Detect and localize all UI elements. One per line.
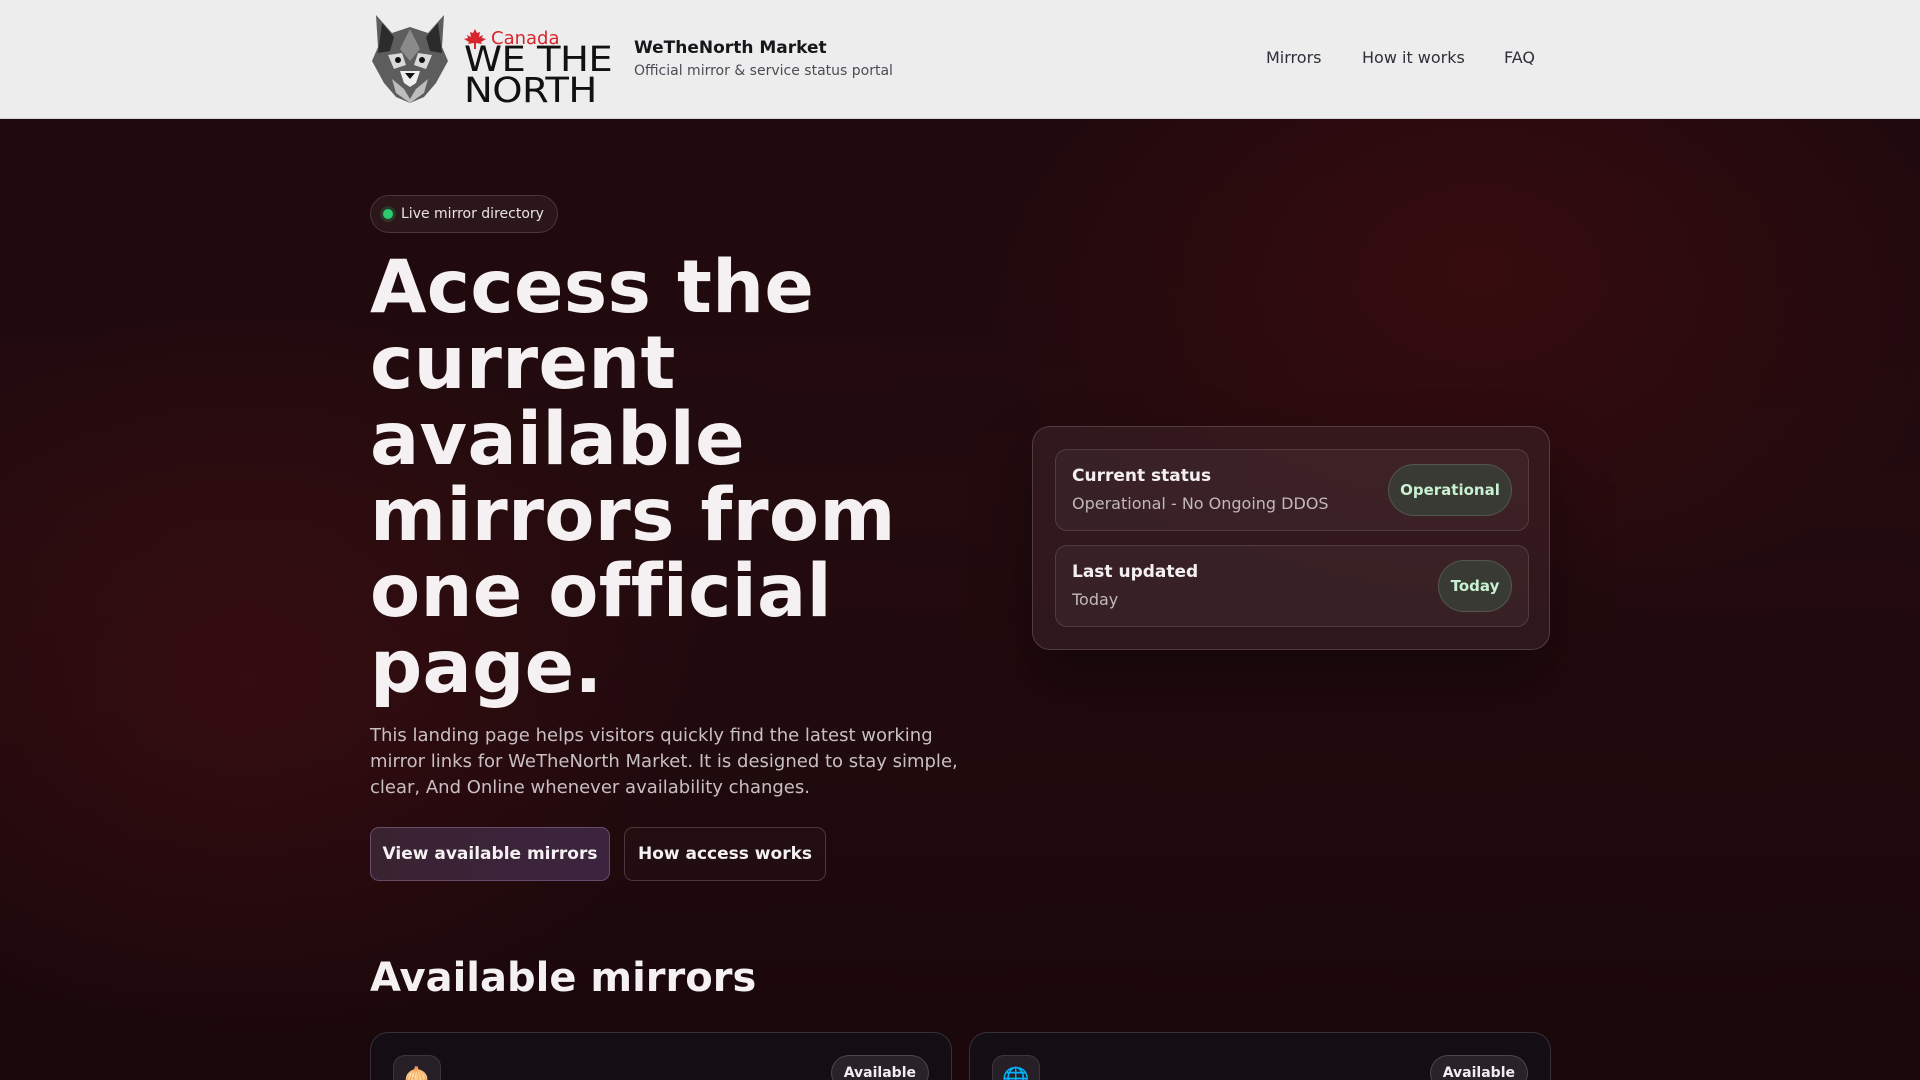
current-status-text: Operational - No Ongoing DDOS <box>1072 494 1329 513</box>
site-header: Canada WE THE NORTH WeTheNorth Market Of… <box>0 0 1920 119</box>
site-logo[interactable]: Canada WE THE NORTH <box>370 13 620 111</box>
live-directory-pill: Live mirror directory <box>370 195 558 233</box>
mirror-status-badge: Available <box>1429 1055 1528 1080</box>
nav-link-mirrors[interactable]: Mirrors <box>1266 48 1321 67</box>
brand-subtitle: Official mirror & service status portal <box>634 63 893 79</box>
logo-wordmark: WE THE NORTH <box>464 40 613 111</box>
last-updated-title: Last updated <box>1072 562 1199 582</box>
current-status-title: Current status <box>1072 466 1212 486</box>
nav-link-how-it-works[interactable]: How it works <box>1362 48 1465 67</box>
nav-link-faq[interactable]: FAQ <box>1504 48 1535 67</box>
mirror-status-badge: Available <box>830 1055 929 1080</box>
today-badge: Today <box>1438 560 1512 612</box>
mirror-card[interactable]: 🌐 Available <box>969 1032 1551 1080</box>
pill-label: Live mirror directory <box>401 206 544 222</box>
hero-title: Access the current available mirrors fro… <box>370 245 896 710</box>
hero-description: This landing page helps visitors quickly… <box>370 725 958 798</box>
wolf-logo-icon <box>372 15 448 103</box>
how-access-works-button[interactable]: How access works <box>624 827 826 881</box>
brand-title: WeTheNorth Market <box>634 38 827 58</box>
available-mirrors-title: Available mirrors <box>370 955 757 1001</box>
operational-badge: Operational <box>1388 464 1512 516</box>
last-updated-row: Last updated Today Today <box>1055 545 1529 627</box>
status-panel: Current status Operational - No Ongoing … <box>1032 426 1550 650</box>
onion-icon: 🧅 <box>393 1055 441 1080</box>
last-updated-text: Today <box>1072 590 1119 609</box>
globe-icon: 🌐 <box>992 1055 1040 1080</box>
view-mirrors-button[interactable]: View available mirrors <box>370 827 610 881</box>
live-status-dot-icon <box>383 209 393 219</box>
mirror-card[interactable]: 🧅 Available <box>370 1032 952 1080</box>
current-status-row: Current status Operational - No Ongoing … <box>1055 449 1529 531</box>
